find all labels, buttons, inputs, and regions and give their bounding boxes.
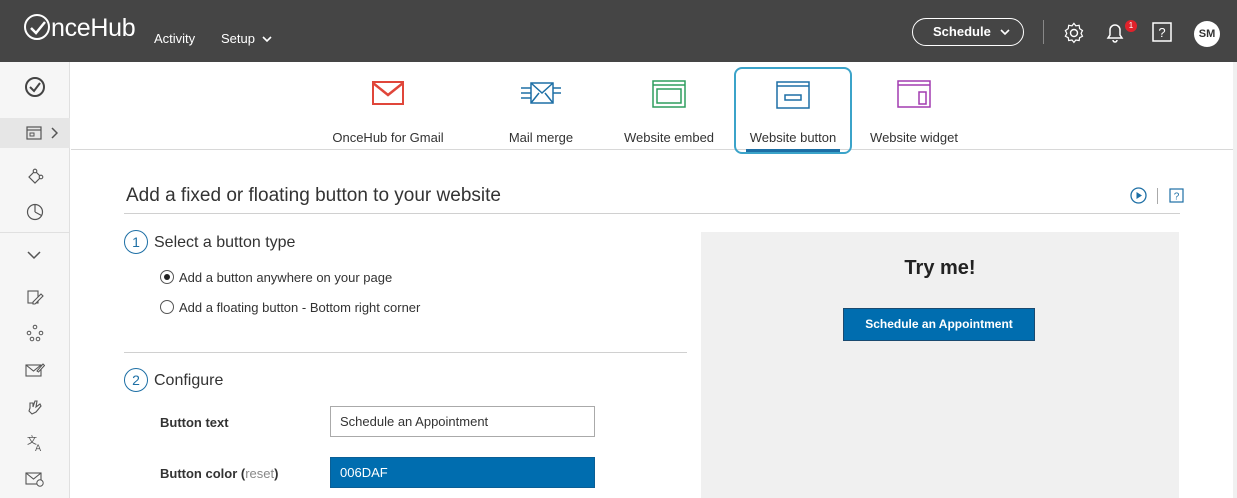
people-icon[interactable]: [26, 324, 44, 342]
page-help-icons: ?: [1130, 187, 1184, 205]
sidebar-item-active[interactable]: [0, 118, 70, 148]
button-preview-panel: Try me! Schedule an Appointment: [701, 232, 1179, 498]
step-number: 1: [124, 230, 148, 254]
svg-text:?: ?: [1158, 25, 1165, 40]
tab-website-button[interactable]: Website button: [734, 67, 852, 154]
sidebar-divider: [0, 232, 70, 233]
scrollbar-track[interactable]: [1233, 62, 1237, 498]
website-icon: [26, 126, 42, 140]
tab-label: OnceHub for Gmail: [332, 130, 444, 145]
product-tabs-bar: OnceHub for Gmail Mail merge Website emb…: [71, 62, 1237, 154]
gmail-icon: [372, 81, 404, 105]
puzzle-icon[interactable]: [26, 168, 44, 186]
radio-label: Add a floating button - Bottom right cor…: [179, 300, 421, 315]
oncehub-logo[interactable]: nceHub: [24, 14, 136, 43]
website-widget-icon: [897, 80, 931, 108]
website-button-icon: [776, 81, 810, 109]
chevron-down-icon[interactable]: [27, 250, 41, 260]
tab-website-embed[interactable]: Website embed: [617, 62, 721, 150]
step-title: Select a button type: [154, 234, 296, 251]
schedule-button-label: Schedule: [933, 24, 991, 39]
user-avatar[interactable]: SM: [1194, 21, 1220, 47]
page-title: Add a fixed or floating button to your w…: [126, 185, 501, 206]
step-2-heading: 2 Configure: [124, 368, 223, 392]
website-embed-icon: [652, 80, 686, 108]
radio-option-floating[interactable]: Add a floating button - Bottom right cor…: [160, 300, 420, 315]
tab-oncehub-for-gmail[interactable]: OnceHub for Gmail: [315, 62, 461, 150]
preview-title: Try me!: [904, 257, 976, 279]
svg-text:A: A: [35, 444, 42, 452]
envelope-edit-icon[interactable]: [25, 361, 45, 379]
chevron-down-icon: [262, 36, 272, 43]
gear-icon[interactable]: [1063, 22, 1085, 44]
button-color-label-close: ): [274, 466, 279, 481]
tab-label: Website embed: [623, 130, 715, 145]
logo-text: nceHub: [51, 14, 136, 42]
nav-setup-label: Setup: [221, 31, 255, 46]
tab-label: Website button: [749, 130, 837, 145]
notification-badge: 1: [1125, 20, 1137, 32]
step-number: 2: [124, 368, 148, 392]
bell-icon[interactable]: [1104, 22, 1126, 44]
pie-chart-icon[interactable]: [26, 203, 44, 221]
reset-link[interactable]: reset: [245, 466, 274, 481]
chevron-right-icon: [51, 127, 58, 139]
radio-option-anywhere[interactable]: Add a button anywhere on your page: [160, 270, 392, 285]
schedule-button[interactable]: Schedule: [912, 18, 1024, 46]
chevron-down-icon: [1000, 29, 1010, 36]
tab-label: Mail merge: [508, 130, 574, 145]
play-video-icon[interactable]: [1130, 187, 1147, 204]
help-divider: [1157, 187, 1159, 204]
tab-mail-merge[interactable]: Mail merge: [491, 62, 591, 150]
active-tab-indicator: [746, 149, 840, 152]
mail-merge-icon: [521, 82, 561, 104]
button-color-label: Button color (reset): [160, 466, 278, 481]
help-icon[interactable]: ?: [1169, 188, 1184, 203]
radio-button[interactable]: [160, 300, 174, 314]
tab-website-widget[interactable]: Website widget: [861, 62, 967, 150]
top-navigation-bar: nceHub Activity Setup Schedule 1 ? SM: [0, 0, 1237, 62]
left-sidebar: 文 A: [0, 62, 70, 498]
nav-setup[interactable]: Setup: [221, 31, 272, 46]
button-text-label: Button text: [160, 415, 229, 430]
section-divider: [124, 352, 687, 353]
hand-icon[interactable]: [26, 398, 44, 416]
step-title: Configure: [154, 372, 224, 389]
logo-check-icon: [24, 14, 50, 40]
button-text-input[interactable]: [330, 406, 595, 437]
button-color-label-text: Button color (: [160, 466, 246, 481]
help-icon[interactable]: ?: [1152, 22, 1172, 42]
translate-icon[interactable]: 文 A: [26, 434, 44, 452]
button-color-input[interactable]: [330, 457, 595, 488]
header-divider: [1043, 20, 1044, 44]
radio-button[interactable]: [160, 270, 174, 284]
nav-activity[interactable]: Activity: [154, 31, 195, 46]
step-1-heading: 1 Select a button type: [124, 230, 295, 254]
envelope-settings-icon[interactable]: [25, 470, 45, 488]
check-circle-icon[interactable]: [24, 76, 46, 98]
title-divider: [124, 213, 1180, 214]
tab-label: Website widget: [870, 130, 958, 145]
preview-schedule-button[interactable]: Schedule an Appointment: [843, 308, 1035, 341]
radio-label: Add a button anywhere on your page: [179, 270, 393, 285]
svg-text:?: ?: [1174, 192, 1180, 203]
edit-icon[interactable]: [26, 288, 44, 306]
